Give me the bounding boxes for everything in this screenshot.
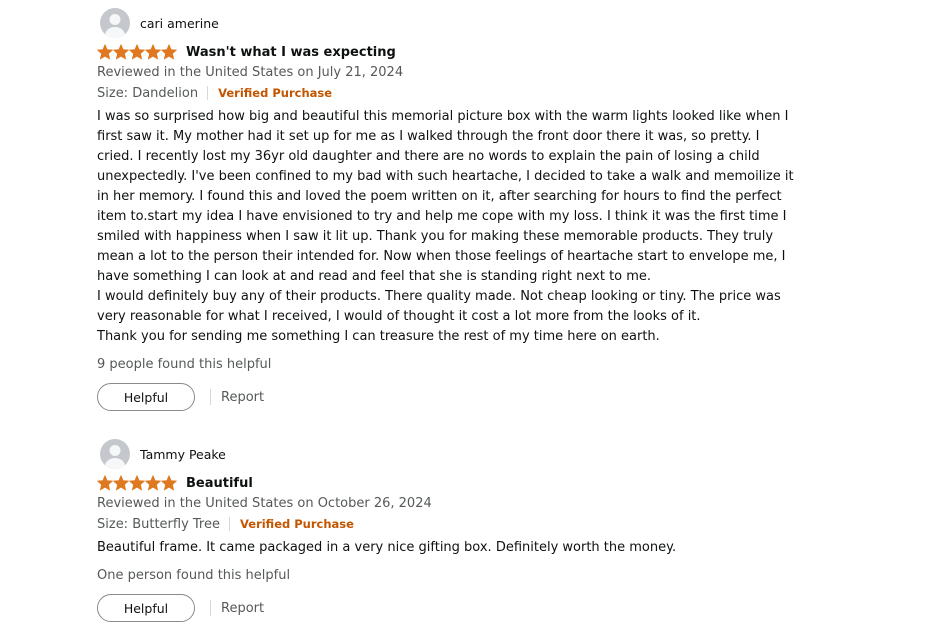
review-body: I was so surprised how big and beautiful… (97, 107, 797, 347)
review-title[interactable]: Wasn't what I was expecting (186, 45, 396, 60)
review-actions: Helpful Report (97, 594, 797, 622)
star-icon (161, 44, 177, 60)
review-body: Beautiful frame. It came packaged in a v… (97, 538, 797, 558)
avatar (100, 439, 130, 469)
review-card: Tammy Peake Beautiful Reviewed in the Un… (97, 438, 797, 622)
review-meta: Size: Butterfly Tree Verified Purchase (97, 514, 797, 534)
helpful-button[interactable]: Helpful (97, 594, 195, 622)
helpful-count: One person found this helpful (97, 568, 291, 583)
reviewer-name[interactable]: Tammy Peake (140, 447, 226, 462)
verified-purchase-badge: Verified Purchase (218, 86, 333, 100)
variant-label[interactable]: Size: Butterfly Tree (97, 517, 220, 532)
star-icon (97, 475, 113, 491)
reviewer-profile[interactable]: Tammy Peake (100, 438, 797, 470)
helpful-count: 9 people found this helpful (97, 357, 272, 372)
divider (229, 517, 230, 531)
review-date: Reviewed in the United States on July 21… (97, 65, 404, 80)
star-rating[interactable] (97, 475, 177, 491)
star-icon (145, 475, 161, 491)
review-date: Reviewed in the United States on October… (97, 496, 432, 511)
review-paragraph: Thank you for sending me something I can… (97, 329, 660, 344)
divider (210, 389, 211, 405)
star-icon (145, 44, 161, 60)
report-link[interactable]: Report (221, 390, 264, 405)
divider (210, 600, 211, 616)
review-paragraph: I would definitely buy any of their prod… (97, 289, 781, 324)
review-paragraph: Beautiful frame. It came packaged in a v… (97, 540, 677, 555)
star-icon (129, 475, 145, 491)
review-card: cari amerine Wasn't what I was expecting… (97, 7, 797, 411)
user-silhouette-icon (105, 14, 125, 38)
helpful-button[interactable]: Helpful (97, 383, 195, 411)
verified-purchase-badge: Verified Purchase (240, 517, 354, 531)
report-link[interactable]: Report (221, 601, 264, 616)
review-meta: Size: Dandelion Verified Purchase (97, 83, 797, 103)
divider (207, 86, 209, 100)
reviewer-name[interactable]: cari amerine (140, 16, 219, 31)
user-silhouette-icon (105, 445, 125, 469)
star-rating[interactable] (97, 44, 177, 60)
avatar (100, 8, 130, 38)
star-icon (113, 475, 129, 491)
variant-label[interactable]: Size: Dandelion (97, 86, 198, 101)
star-icon (161, 475, 177, 491)
reviewer-profile[interactable]: cari amerine (100, 7, 797, 39)
review-paragraph: I was so surprised how big and beautiful… (97, 109, 794, 284)
star-icon (113, 44, 129, 60)
star-icon (129, 44, 145, 60)
review-actions: Helpful Report (97, 383, 797, 411)
review-title[interactable]: Beautiful (186, 476, 253, 491)
star-icon (97, 44, 113, 60)
